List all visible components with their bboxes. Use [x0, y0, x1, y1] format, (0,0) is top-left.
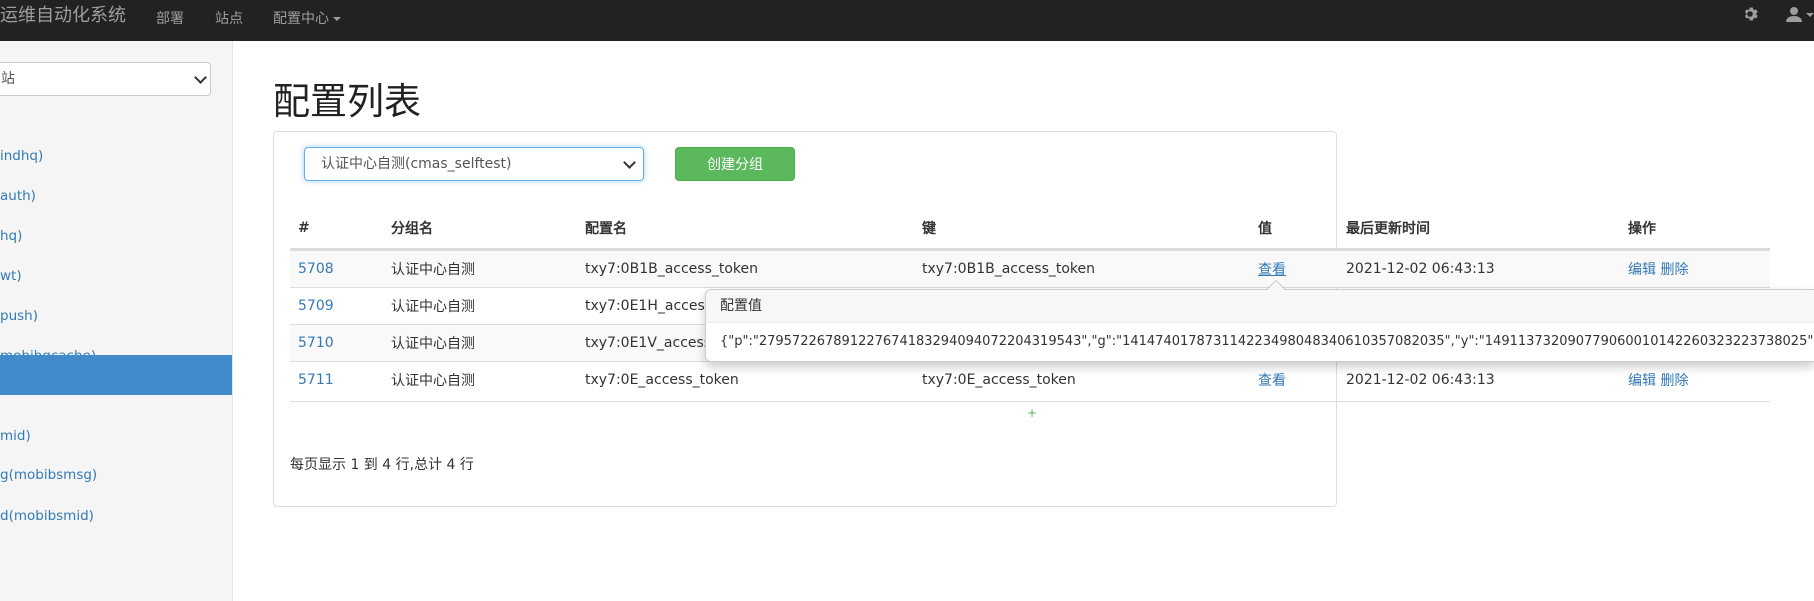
top-navbar: 运维自动化系统 部署 站点 配置中心: [0, 0, 1814, 41]
view-value-link[interactable]: 查看: [1258, 262, 1286, 278]
view-value-link[interactable]: 查看: [1258, 373, 1286, 389]
column-header-group: 分组名: [383, 208, 577, 250]
site-select[interactable]: 站: [0, 62, 211, 96]
sidebar-item[interactable]: g(mobibsmsg): [0, 455, 232, 495]
row-config-name-cell: txy7:0B1B_access_token: [577, 250, 914, 287]
sidebar: 站 indhq) auth) hq) wt) push) mobihqcache…: [0, 41, 233, 601]
config-value-popover: 配置值 {"p":"279572267891227674183294094072…: [705, 280, 1814, 362]
table-row: 5711 认证中心自测 txy7:0E_access_token txy7:0E…: [290, 361, 1770, 398]
row-id-link[interactable]: 5709: [298, 298, 334, 314]
brand-title[interactable]: 运维自动化系统: [0, 4, 126, 28]
row-id-link[interactable]: 5710: [298, 335, 334, 351]
row-key-cell: txy7:0E_access_token: [914, 361, 1250, 398]
row-id-link[interactable]: 5708: [298, 261, 334, 277]
group-select[interactable]: 认证中心自测(cmas_selftest): [304, 147, 644, 181]
table-divider: [290, 401, 1770, 402]
sidebar-item[interactable]: wt): [0, 256, 232, 296]
page-title: 配置列表: [273, 80, 421, 123]
row-group-cell: 认证中心自测: [383, 324, 577, 361]
row-group-cell: 认证中心自测: [383, 361, 577, 398]
row-group-cell: 认证中心自测: [383, 287, 577, 324]
row-config-name-cell: txy7:0E_access_token: [577, 361, 914, 398]
group-select-wrapper: 认证中心自测(cmas_selftest): [304, 147, 644, 181]
sidebar-item-active[interactable]: [0, 355, 232, 395]
popover-title: 配置值: [706, 290, 1814, 323]
row-actions-cell: 编辑 删除: [1620, 361, 1770, 398]
row-actions-cell: 编辑 删除: [1620, 250, 1770, 287]
sidebar-item[interactable]: mid): [0, 416, 232, 456]
edit-link[interactable]: 编辑: [1628, 262, 1656, 278]
table-header-row: # 分组名 配置名 键 值 最后更新时间 操作: [290, 208, 1770, 250]
sidebar-item[interactable]: push): [0, 296, 232, 336]
popover-arrow: [1266, 280, 1286, 290]
gear-icon[interactable]: [1742, 6, 1758, 26]
sidebar-item[interactable]: d(mobibsmid): [0, 496, 232, 536]
edit-link[interactable]: 编辑: [1628, 373, 1656, 389]
nav-item-deploy[interactable]: 部署: [156, 9, 184, 29]
site-select-value: 站: [1, 71, 15, 87]
column-header-key: 键: [914, 208, 1250, 250]
caret-down-icon: [333, 17, 341, 21]
row-id-cell: 5710: [290, 324, 383, 361]
site-select-wrapper: 站: [0, 62, 211, 96]
nav-item-sites[interactable]: 站点: [215, 9, 243, 29]
plus-icon[interactable]: +: [1027, 406, 1037, 420]
column-header-id: #: [290, 208, 383, 250]
user-icon[interactable]: [1786, 6, 1814, 28]
group-select-value: 认证中心自测(cmas_selftest): [321, 156, 512, 172]
row-id-cell: 5709: [290, 287, 383, 324]
column-header-config-name: 配置名: [577, 208, 914, 250]
create-group-button[interactable]: 创建分组: [675, 147, 795, 181]
column-header-updated: 最后更新时间: [1338, 208, 1620, 250]
row-group-cell: 认证中心自测: [383, 250, 577, 287]
delete-link[interactable]: 删除: [1660, 262, 1688, 278]
popover-content: {"p":"2795722678912276741832940940722043…: [720, 334, 1814, 349]
sidebar-item[interactable]: auth): [0, 176, 232, 216]
sidebar-item[interactable]: hq): [0, 216, 232, 256]
row-updated-cell: 2021-12-02 06:43:13: [1338, 361, 1620, 398]
row-updated-cell: 2021-12-02 06:43:13: [1338, 250, 1620, 287]
sidebar-item[interactable]: indhq): [0, 136, 232, 176]
column-header-actions: 操作: [1620, 208, 1770, 250]
row-value-cell: 查看: [1250, 250, 1338, 287]
row-id-link[interactable]: 5711: [298, 372, 334, 388]
nav-item-config-center[interactable]: 配置中心: [273, 9, 341, 29]
nav-item-config-center-label: 配置中心: [273, 11, 329, 27]
pagination-info: 每页显示 1 到 4 行,总计 4 行: [290, 457, 474, 473]
row-id-cell: 5708: [290, 250, 383, 287]
column-header-value: 值: [1250, 208, 1338, 250]
table-row: 5708 认证中心自测 txy7:0B1B_access_token txy7:…: [290, 250, 1770, 287]
row-key-cell: txy7:0B1B_access_token: [914, 250, 1250, 287]
row-id-cell: 5711: [290, 361, 383, 398]
delete-link[interactable]: 删除: [1660, 373, 1688, 389]
row-value-cell: 查看: [1250, 361, 1338, 398]
